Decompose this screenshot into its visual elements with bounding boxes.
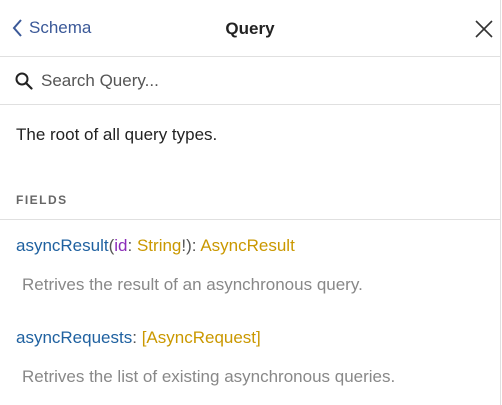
arg-separator: : xyxy=(127,236,137,255)
back-link-label: Schema xyxy=(29,18,92,37)
arg-type-link[interactable]: String xyxy=(137,236,181,255)
close-icon xyxy=(475,20,493,38)
field-signature: asyncResult(id: String!): AsyncResult xyxy=(16,236,484,256)
return-type-link[interactable]: AsyncResult xyxy=(200,236,294,255)
field-async-result: asyncResult(id: String!): AsyncResult Re… xyxy=(0,236,500,295)
list-close-bracket: ] xyxy=(256,328,261,347)
type-separator: : xyxy=(132,328,142,347)
close-button[interactable] xyxy=(474,19,494,39)
type-description: The root of all query types. xyxy=(16,125,218,144)
field-async-requests: asyncRequests: [AsyncRequest] Retrives t… xyxy=(0,328,500,387)
field-description: Retrives the result of an asynchronous q… xyxy=(22,275,363,294)
arg-name-link[interactable]: id xyxy=(114,236,127,255)
chevron-left-icon xyxy=(12,19,22,37)
doc-explorer-panel: Schema Query The root of all query types… xyxy=(0,0,501,405)
search-input[interactable] xyxy=(41,70,461,91)
field-signature: asyncRequests: [AsyncRequest] xyxy=(16,328,484,348)
back-to-schema-link[interactable]: Schema xyxy=(12,18,91,38)
fields-section-title: FIELDS xyxy=(0,193,500,220)
field-description: Retrives the list of existing asynchrono… xyxy=(22,367,396,386)
search-bar xyxy=(0,57,500,105)
return-type-link[interactable]: AsyncRequest xyxy=(146,328,256,347)
field-name-link[interactable]: asyncRequests xyxy=(16,328,132,347)
doc-explorer-header: Schema Query xyxy=(0,0,500,57)
field-name-link[interactable]: asyncResult xyxy=(16,236,109,255)
search-icon xyxy=(15,72,33,90)
